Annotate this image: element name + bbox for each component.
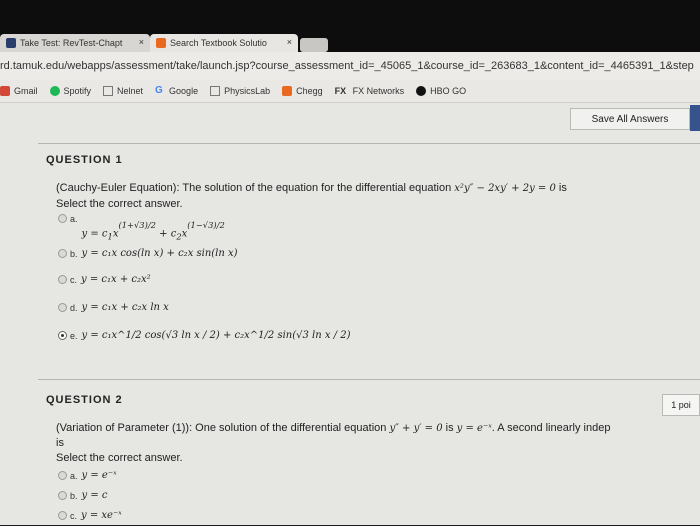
google-icon: G [155,85,163,96]
points-badge: 1 poi [662,394,700,416]
chegg-icon [282,86,293,96]
bookmark-label: Google [169,86,199,96]
address-bar[interactable]: rd.tamuk.edu/webapps/assessment/take/lau… [0,52,700,80]
bookmark-physicslab[interactable]: PhysicsLab [210,86,270,96]
bookmark-nelnet[interactable]: Nelnet [103,86,143,96]
option-text: y = e⁻ˣ [81,470,117,481]
radio-button[interactable] [58,275,67,284]
spotify-icon [49,86,60,96]
prompt-text: (Cauchy-Euler Equation): The solution of… [56,182,455,194]
bookmark-google[interactable]: G Google [155,85,199,97]
question-prompt: (Cauchy-Euler Equation): The solution of… [56,182,567,195]
close-tab-icon[interactable]: × [139,37,144,47]
prompt-text: is [442,422,457,434]
option-text: y = xe⁻ˣ [81,510,122,521]
url-text[interactable]: rd.tamuk.edu/webapps/assessment/take/lau… [0,60,694,72]
page-icon [210,86,221,96]
option-text: y = c₁x + c₂x² [81,274,151,285]
option-letter: a. [70,470,78,481]
bookmark-label: Nelnet [117,86,144,96]
prompt-equation: y″ + y′ = 0 [389,423,443,434]
bookmark-label: Chegg [296,86,323,96]
save-button-accent [690,105,700,131]
bookmark-label: Gmail [14,86,38,96]
new-tab-button[interactable] [300,38,328,52]
fx-icon: FX [334,86,347,96]
option-letter: d. [70,302,78,313]
option-text: y = c₁x + c₂x ln x [81,302,169,313]
answer-option-a[interactable]: a. y = e⁻ˣ [58,470,117,481]
radio-button[interactable] [58,303,67,312]
page-icon [103,86,114,96]
blackboard-icon [6,38,16,48]
option-text: y = c₁x^1/2 cos(√3 ln x / 2) + c₂x^1/2 s… [81,330,351,341]
prompt-continuation: is [56,437,64,449]
gmail-icon [0,86,10,96]
exponent: (1+√3)/2 [118,220,156,230]
select-instruction: Select the correct answer. [56,198,183,210]
answer-option-c[interactable]: c. y = c₁x + c₂x² [58,274,151,285]
bookmark-label: FX Networks [352,86,405,96]
question-2: QUESTION 2 1 poi (Variation of Parameter… [38,379,700,526]
option-letter: a. [70,214,78,224]
prompt-equation: y = e⁻ˣ [456,423,492,434]
select-instruction: Select the correct answer. [56,452,183,464]
answer-option-d[interactable]: d. y = c₁x + c₂x ln x [58,302,169,313]
browser-tab-bar: Take Test: RevTest-Chapt × Search Textbo… [0,0,700,52]
bookmark-label: HBO GO [430,86,467,96]
answer-option-b[interactable]: b. y = c [58,490,108,501]
prompt-text: (Variation of Parameter (1)): One soluti… [56,422,390,434]
prompt-text: is [555,182,567,194]
answer-option-b[interactable]: b. y = c₁x cos(ln x) + c₂x sin(ln x) [58,248,238,259]
answer-option-e[interactable]: e. y = c₁x^1/2 cos(√3 ln x / 2) + c₂x^1/… [58,330,351,341]
bookmark-spotify[interactable]: Spotify [49,86,92,96]
bookmark-fx-networks[interactable]: FX FX Networks [335,86,405,96]
prompt-equation: x²y″ − 2xy′ + 2y = 0 [454,183,556,194]
option-letter: c. [70,274,78,285]
radio-button[interactable] [58,511,67,520]
radio-button-selected[interactable] [58,331,67,340]
option-text: y = c [81,490,108,501]
prompt-text: . A second linearly indep [491,422,611,434]
answer-option-a[interactable]: a. y = c1x(1+√3)/2 + c2x(1−√3)/2 [58,214,225,244]
question-1: QUESTION 1 (Cauchy-Euler Equation): The … [38,143,700,394]
question-heading: QUESTION 1 [46,154,123,166]
option-text: y = c₁x cos(ln x) + c₂x sin(ln x) [81,248,238,259]
bookmark-chegg[interactable]: Chegg [282,86,323,96]
tab-search-textbook[interactable]: Search Textbook Solutio × [150,34,298,52]
tab-label: Search Textbook Solutio [170,38,267,48]
bookmark-label: Spotify [63,86,92,96]
tab-label: Take Test: RevTest-Chapt [20,38,123,48]
tab-take-test[interactable]: Take Test: RevTest-Chapt × [0,34,150,52]
radio-button[interactable] [58,491,67,500]
answer-option-c[interactable]: c. y = xe⁻ˣ [58,510,122,521]
bookmark-label: PhysicsLab [224,86,271,96]
option-letter: e. [70,330,78,341]
radio-button[interactable] [58,249,67,258]
chegg-icon [156,38,166,48]
option-letter: c. [70,510,78,521]
bookmark-gmail[interactable]: Gmail [0,86,38,96]
close-tab-icon[interactable]: × [287,37,292,47]
exponent: (1−√3)/2 [187,220,225,230]
radio-button[interactable] [58,214,67,223]
question-prompt: (Variation of Parameter (1)): One soluti… [56,422,610,435]
option-letter: b. [70,490,78,501]
radio-button[interactable] [58,471,67,480]
option-letter: b. [70,248,78,259]
assessment-page: Save All Answers QUESTION 1 (Cauchy-Eule… [0,103,700,525]
save-all-answers-button[interactable]: Save All Answers [570,108,690,130]
bookmark-hbo-go[interactable]: HBO GO [416,86,466,96]
question-heading: QUESTION 2 [46,394,123,406]
hbo-icon [416,86,427,96]
option-a-formula: y = c1x(1+√3)/2 + c2x(1−√3)/2 [81,220,225,242]
bookmarks-bar: Gmail Spotify Nelnet G Google PhysicsLab … [0,80,700,103]
